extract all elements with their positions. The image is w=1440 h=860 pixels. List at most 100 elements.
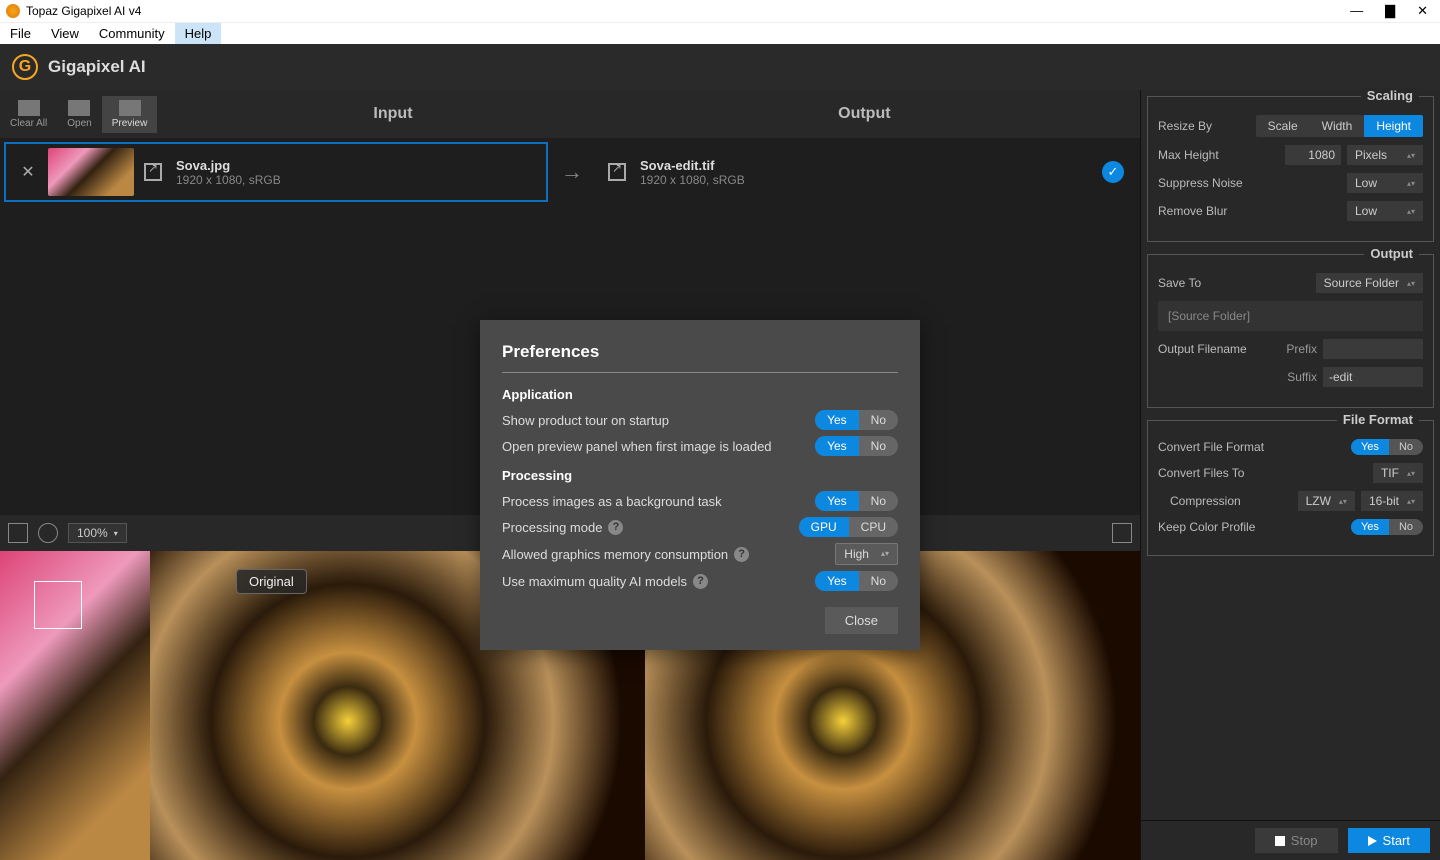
zoom-tool-button[interactable] xyxy=(38,523,58,543)
chevron-updown-icon: ▴▾ xyxy=(1407,151,1415,160)
dialog-title: Preferences xyxy=(502,342,898,362)
close-dialog-button[interactable]: Close xyxy=(825,607,898,634)
save-to-select[interactable]: Source Folder ▴▾ xyxy=(1316,273,1423,293)
toggle-yes[interactable]: Yes xyxy=(1351,519,1389,535)
pref-tour-toggle[interactable]: Yes No xyxy=(815,410,898,430)
menu-help[interactable]: Help xyxy=(175,23,222,44)
compare-layout-button[interactable] xyxy=(8,523,28,543)
convert-to-select[interactable]: TIF ▴▾ xyxy=(1373,463,1423,483)
toggle-no[interactable]: No xyxy=(1389,519,1423,535)
start-button[interactable]: Start xyxy=(1348,828,1430,853)
output-column-header: Output xyxy=(629,105,1100,123)
remove-blur-select[interactable]: Low ▴▾ xyxy=(1347,201,1423,221)
input-file-name: Sova.jpg xyxy=(176,158,281,173)
pref-mode-toggle[interactable]: GPU CPU xyxy=(799,517,898,537)
max-height-input[interactable] xyxy=(1285,145,1341,165)
toggle-yes[interactable]: Yes xyxy=(815,436,859,456)
help-icon[interactable]: ? xyxy=(734,547,749,562)
output-path-display: [Source Folder] xyxy=(1158,301,1423,331)
maximize-button[interactable]: ▇ xyxy=(1385,3,1395,19)
input-file-card[interactable]: ✕ Sova.jpg 1920 x 1080, sRGB xyxy=(4,142,548,202)
compression-select[interactable]: LZW ▴▾ xyxy=(1298,491,1355,511)
max-height-unit-select[interactable]: Pixels ▴▾ xyxy=(1347,145,1423,165)
preview-button[interactable]: Preview xyxy=(102,96,158,133)
seg-height[interactable]: Height xyxy=(1364,115,1423,137)
stop-button[interactable]: Stop xyxy=(1255,828,1338,853)
menu-file[interactable]: File xyxy=(0,23,41,44)
convert-format-toggle[interactable]: Yes No xyxy=(1351,439,1423,455)
toggle-yes[interactable]: Yes xyxy=(815,410,859,430)
menu-view[interactable]: View xyxy=(41,23,89,44)
toggle-no[interactable]: No xyxy=(859,410,898,430)
select-value: 16-bit xyxy=(1369,494,1399,508)
navigator-viewport[interactable] xyxy=(34,581,82,629)
keep-profile-toggle[interactable]: Yes No xyxy=(1351,519,1423,535)
folder-icon xyxy=(68,100,90,116)
preview-navigator[interactable] xyxy=(0,551,150,860)
remove-file-button[interactable]: ✕ xyxy=(18,162,38,182)
close-window-button[interactable]: ✕ xyxy=(1417,3,1428,19)
arrow-icon: → xyxy=(552,159,592,185)
app-logo-icon xyxy=(6,4,20,18)
output-file-card[interactable]: Sova-edit.tif 1920 x 1080, sRGB ✓ xyxy=(596,142,1136,202)
chevron-down-icon: ▾ xyxy=(114,529,118,538)
suppress-noise-label: Suppress Noise xyxy=(1158,176,1347,190)
prefix-input[interactable] xyxy=(1323,339,1423,359)
panel-scaling: Scaling Resize By Scale Width Height Max… xyxy=(1147,96,1434,242)
pref-bg-label: Process images as a background task xyxy=(502,494,815,509)
toggle-yes[interactable]: Yes xyxy=(815,571,859,591)
suffix-input[interactable] xyxy=(1323,367,1423,387)
file-row: ✕ Sova.jpg 1920 x 1080, sRGB → Sova-edit… xyxy=(0,138,1140,206)
zoom-level-select[interactable]: 100% ▾ xyxy=(68,523,127,543)
toggle-no[interactable]: No xyxy=(859,491,898,511)
panel-fileformat-title: File Format xyxy=(1337,412,1419,427)
resize-by-segment[interactable]: Scale Width Height xyxy=(1256,115,1423,137)
app-logo: G xyxy=(12,54,38,80)
toggle-no[interactable]: No xyxy=(859,571,898,591)
clear-all-button[interactable]: Clear All xyxy=(0,96,57,133)
select-value: High xyxy=(844,547,869,561)
suppress-noise-select[interactable]: Low ▴▾ xyxy=(1347,173,1423,193)
max-height-label: Max Height xyxy=(1158,148,1285,162)
suffix-label: Suffix xyxy=(1287,370,1317,384)
pref-memory-select[interactable]: High ▴▾ xyxy=(835,543,898,565)
toggle-yes[interactable]: Yes xyxy=(815,491,859,511)
output-file-name: Sova-edit.tif xyxy=(640,158,745,173)
preview-settings-button[interactable] xyxy=(1112,523,1132,543)
help-icon[interactable]: ? xyxy=(693,574,708,589)
menu-bar: File View Community Help xyxy=(0,22,1440,44)
start-label: Start xyxy=(1383,833,1410,848)
toggle-no[interactable]: No xyxy=(859,436,898,456)
toggle-yes[interactable]: Yes xyxy=(1351,439,1389,455)
resize-by-label: Resize By xyxy=(1158,119,1256,133)
open-external-icon[interactable] xyxy=(144,163,162,181)
keep-profile-label: Keep Color Profile xyxy=(1158,520,1351,534)
open-button[interactable]: Open xyxy=(57,96,101,133)
toggle-cpu[interactable]: CPU xyxy=(849,517,898,537)
seg-width[interactable]: Width xyxy=(1310,115,1365,137)
minimize-button[interactable]: — xyxy=(1350,3,1363,19)
chevron-updown-icon: ▴▾ xyxy=(1407,179,1415,188)
open-output-external-icon[interactable] xyxy=(608,163,626,181)
toggle-no[interactable]: No xyxy=(1389,439,1423,455)
status-ok-icon: ✓ xyxy=(1102,161,1124,183)
preferences-dialog: Preferences Application Show product tou… xyxy=(480,320,920,650)
open-label: Open xyxy=(67,118,91,129)
toggle-gpu[interactable]: GPU xyxy=(799,517,849,537)
input-thumbnail xyxy=(48,148,134,196)
select-value: LZW xyxy=(1306,494,1331,508)
help-icon[interactable]: ? xyxy=(608,520,623,535)
remove-blur-label: Remove Blur xyxy=(1158,204,1347,218)
menu-community[interactable]: Community xyxy=(89,23,175,44)
seg-scale[interactable]: Scale xyxy=(1256,115,1310,137)
save-to-label: Save To xyxy=(1158,276,1316,290)
pref-maxquality-toggle[interactable]: Yes No xyxy=(815,571,898,591)
select-value: TIF xyxy=(1381,466,1399,480)
panel-output-title: Output xyxy=(1364,246,1419,261)
prefix-label: Prefix xyxy=(1286,342,1317,356)
bitdepth-select[interactable]: 16-bit ▴▾ xyxy=(1361,491,1423,511)
pref-bg-toggle[interactable]: Yes No xyxy=(815,491,898,511)
app-header: G Gigapixel AI xyxy=(0,44,1440,90)
input-file-meta: 1920 x 1080, sRGB xyxy=(176,173,281,187)
pref-openpreview-toggle[interactable]: Yes No xyxy=(815,436,898,456)
